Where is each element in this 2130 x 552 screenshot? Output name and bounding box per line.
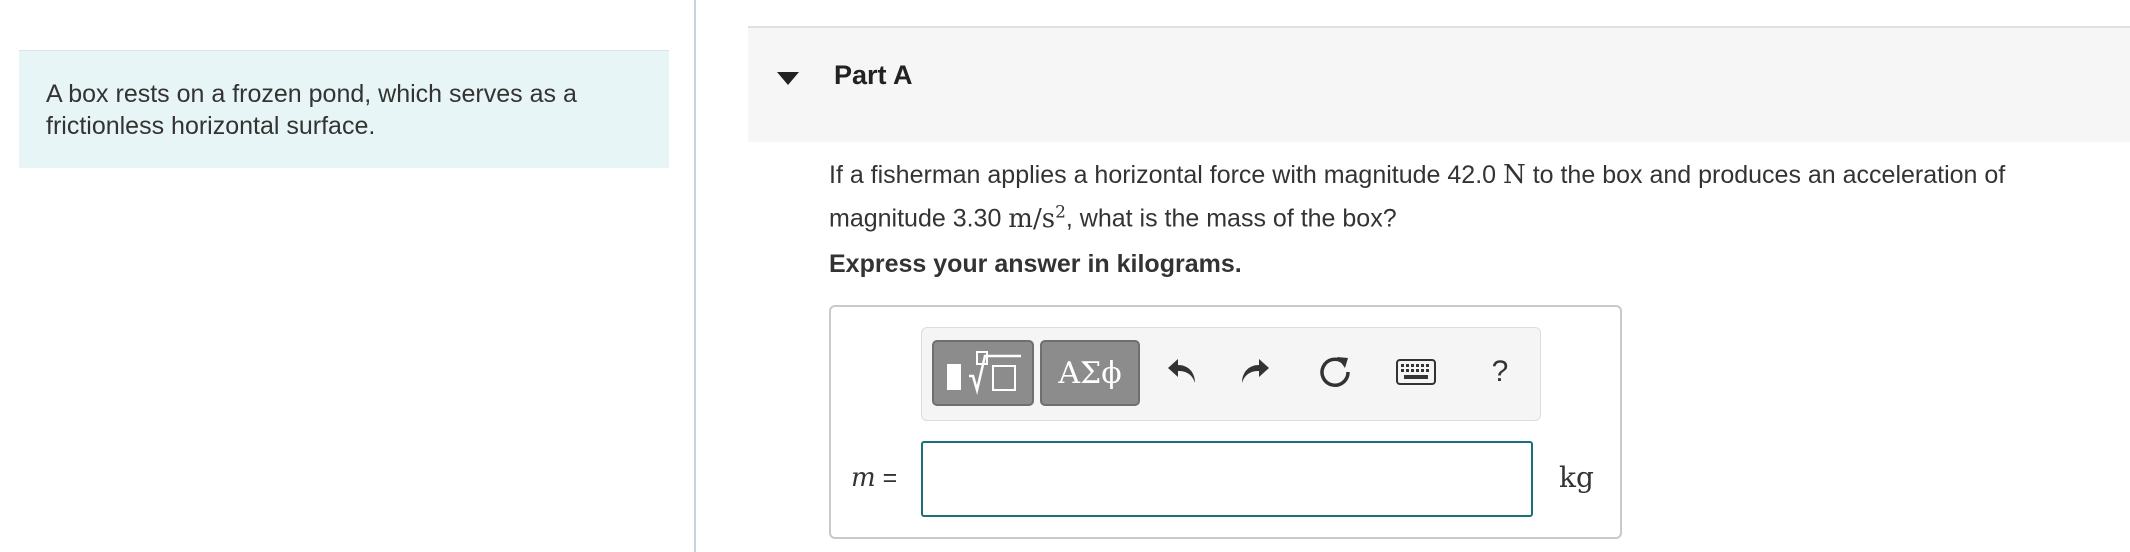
caret-down-icon[interactable] bbox=[777, 72, 799, 85]
part-title: Part A bbox=[834, 60, 913, 90]
undo-icon[interactable] bbox=[1162, 350, 1202, 394]
question-text: If a fisherman applies a horizontal forc… bbox=[829, 157, 2089, 238]
answer-variable: m bbox=[851, 463, 876, 493]
answer-panel: ΑΣϕ ? m = kg bbox=[829, 305, 1622, 539]
answer-equals: = bbox=[875, 464, 898, 492]
question-text-3: , what is the mass of the box? bbox=[1065, 204, 1397, 233]
accel-unit-exponent: 2 bbox=[1055, 202, 1066, 222]
part-a-header[interactable]: Part A bbox=[748, 26, 2130, 142]
reset-icon[interactable] bbox=[1315, 350, 1355, 394]
accel-unit: m/s2 bbox=[1008, 202, 1066, 234]
accel-unit-base: m/s bbox=[1008, 203, 1056, 234]
question-text-1: If a fisherman applies a horizontal forc… bbox=[829, 161, 1503, 189]
column-divider bbox=[694, 0, 696, 552]
problem-intro-text: A box rests on a frozen pond, which serv… bbox=[46, 80, 577, 140]
answer-input[interactable] bbox=[921, 441, 1533, 517]
templates-icon bbox=[947, 351, 1021, 395]
math-toolbar: ΑΣϕ ? bbox=[921, 327, 1541, 421]
answer-instruction: Express your answer in kilograms. bbox=[829, 250, 1242, 278]
help-icon[interactable]: ? bbox=[1480, 350, 1520, 394]
force-unit: N bbox=[1503, 160, 1526, 190]
answer-variable-label: m = bbox=[851, 463, 897, 493]
redo-icon[interactable] bbox=[1235, 350, 1275, 394]
problem-intro: A box rests on a frozen pond, which serv… bbox=[19, 50, 669, 168]
templates-button[interactable] bbox=[932, 340, 1034, 406]
left-column: A box rests on a frozen pond, which serv… bbox=[0, 0, 694, 552]
greek-symbols-button[interactable]: ΑΣϕ bbox=[1040, 340, 1140, 406]
keyboard-icon[interactable] bbox=[1394, 350, 1438, 394]
answer-unit: kg bbox=[1559, 461, 1594, 494]
